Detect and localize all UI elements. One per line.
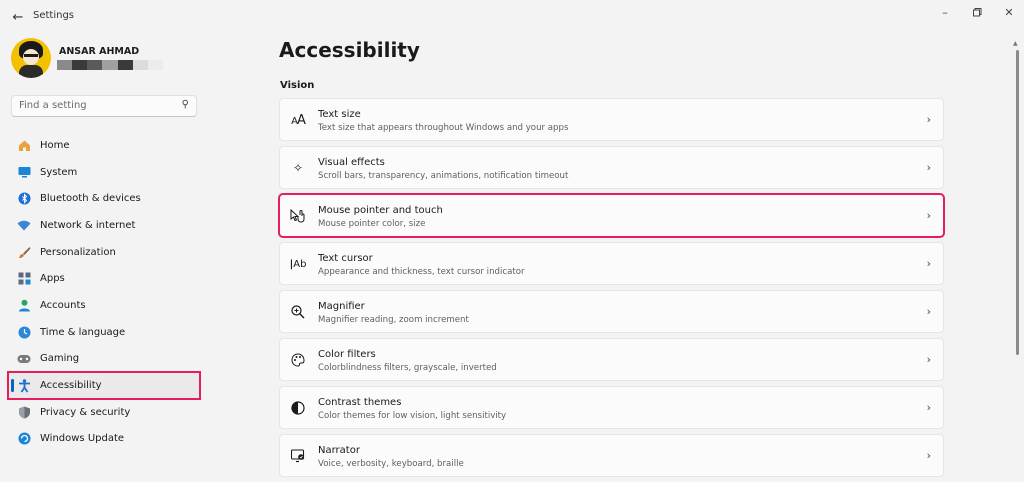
mouse-pointer-icon [290, 208, 306, 224]
sidebar-item-label: Privacy & security [40, 406, 131, 418]
sidebar-item-label: Windows Update [40, 433, 125, 445]
setting-card-text-size[interactable]: AA Text size Text size that appears throug… [279, 98, 944, 141]
contrast-icon [290, 400, 306, 416]
globe-clock-icon [17, 325, 31, 339]
gamepad-icon [17, 352, 31, 366]
chevron-right-icon: › [926, 113, 931, 126]
update-icon [17, 432, 31, 446]
setting-card-title: Magnifier [318, 301, 365, 312]
setting-card-visual-effects[interactable]: ✧ Visual effects Scroll bars, transparency… [279, 146, 944, 189]
chevron-right-icon: › [926, 449, 931, 462]
narrator-icon [290, 448, 306, 464]
setting-card-subtitle: Voice, verbosity, keyboard, braille [318, 459, 464, 469]
text-size-icon: AA [291, 112, 306, 128]
home-icon [17, 138, 31, 152]
sidebar-item-label: Personalization [40, 246, 116, 258]
user-email-redacted [57, 60, 163, 70]
chevron-right-icon: › [926, 209, 931, 222]
sidebar-item-label: System [40, 166, 78, 178]
search-icon[interactable]: ⚲ [182, 99, 189, 110]
close-icon: ✕ [1004, 5, 1014, 19]
wifi-icon [17, 218, 31, 232]
sidebar-item-bluetooth-and-devices[interactable]: Bluetooth & devices [8, 185, 200, 212]
setting-card-contrast-themes[interactable]: Contrast themes Color themes for low visi… [279, 386, 944, 429]
chevron-right-icon: › [926, 401, 931, 414]
user-name: ANSAR AHMAD [59, 46, 140, 57]
minimize-icon: – [942, 5, 948, 19]
search-box[interactable]: Find a setting ⚲ [11, 95, 197, 117]
system-icon [17, 165, 31, 179]
user-profile[interactable]: ANSAR AHMAD [11, 38, 191, 80]
avatar [11, 38, 51, 78]
sidebar-item-accessibility[interactable]: Accessibility [7, 371, 201, 400]
sidebar-item-personalization[interactable]: Personalization [8, 239, 200, 266]
sidebar-item-label: Accessibility [40, 380, 102, 392]
setting-card-title: Color filters [318, 349, 376, 360]
sidebar-item-label: Accounts [40, 299, 86, 311]
sidebar-item-home[interactable]: Home [8, 132, 200, 159]
search-input[interactable]: Find a setting [19, 100, 87, 111]
setting-card-subtitle: Text size that appears throughout Window… [318, 123, 569, 133]
visual-effects-icon: ✧ [292, 161, 304, 175]
sidebar-item-windows-update[interactable]: Windows Update [8, 426, 200, 453]
setting-card-subtitle: Mouse pointer color, size [318, 219, 426, 229]
setting-card-color-filters[interactable]: Color filters Colorblindness filters, gra… [279, 338, 944, 381]
chevron-right-icon: › [926, 257, 931, 270]
settings-list: AA Text size Text size that appears throug… [278, 98, 945, 482]
sidebar-item-label: Home [40, 139, 70, 151]
text-cursor-icon: |Ab [289, 258, 307, 270]
setting-card-subtitle: Color themes for low vision, light sensi… [318, 411, 507, 421]
sidebar-item-label: Network & internet [40, 219, 136, 231]
color-filters-icon [290, 352, 306, 368]
setting-card-title: Contrast themes [318, 397, 402, 408]
setting-card-title: Visual effects [318, 157, 385, 168]
sidebar-item-privacy-and-security[interactable]: Privacy & security [8, 399, 200, 426]
app-title: Settings [33, 10, 75, 21]
magnifier-icon [290, 304, 306, 320]
sidebar-item-label: Apps [40, 273, 65, 285]
setting-card-title: Text cursor [318, 253, 373, 264]
chevron-right-icon: › [926, 305, 931, 318]
maximize-icon [972, 7, 981, 16]
accounts-icon [17, 298, 31, 312]
setting-card-mouse-pointer-and-touch[interactable]: Mouse pointer and touch Mouse pointer col… [278, 193, 945, 238]
sidebar-item-label: Gaming [40, 353, 80, 365]
setting-card-narrator[interactable]: Narrator Voice, verbosity, keyboard, brai… [279, 434, 944, 477]
maximize-button[interactable] [962, 3, 992, 21]
sidebar-item-label: Bluetooth & devices [40, 193, 141, 205]
chevron-right-icon: › [926, 353, 931, 366]
shield-icon [17, 405, 31, 419]
setting-card-title: Narrator [318, 445, 360, 456]
back-arrow-icon: ← [12, 9, 24, 25]
minimize-button[interactable]: – [930, 3, 960, 21]
sidebar-item-network-and-internet[interactable]: Network & internet [8, 212, 200, 239]
scroll-up-arrow-icon[interactable]: ▲ [1013, 40, 1018, 47]
back-button[interactable]: ← [8, 8, 28, 26]
sidebar-item-system[interactable]: System [8, 159, 200, 186]
sidebar-item-label: Time & language [40, 326, 126, 338]
page-title: Accessibility [279, 38, 420, 62]
setting-card-magnifier[interactable]: Magnifier Magnifier reading, zoom increme… [279, 290, 944, 333]
setting-card-title: Text size [318, 109, 361, 120]
sidebar-item-apps[interactable]: Apps [8, 265, 200, 292]
setting-card-subtitle: Colorblindness filters, grayscale, inver… [318, 363, 497, 373]
setting-card-text-cursor[interactable]: |Ab Text cursor Appearance and thickness, … [279, 242, 944, 285]
close-button[interactable]: ✕ [994, 3, 1024, 21]
scrollbar-thumb[interactable] [1016, 50, 1019, 355]
sidebar-item-gaming[interactable]: Gaming [8, 346, 200, 373]
chevron-right-icon: › [926, 161, 931, 174]
section-title: Vision [280, 80, 315, 91]
setting-card-title: Mouse pointer and touch [318, 205, 443, 216]
setting-card-subtitle: Magnifier reading, zoom increment [318, 315, 469, 325]
sidebar-nav: Home System Bluetooth & devices Network & i… [7, 132, 201, 453]
setting-card-subtitle: Scroll bars, transparency, animations, n… [318, 171, 569, 181]
apps-icon [17, 272, 31, 286]
setting-card-subtitle: Appearance and thickness, text cursor in… [318, 267, 525, 277]
brush-icon [17, 245, 31, 259]
sidebar-item-accounts[interactable]: Accounts [8, 292, 200, 319]
accessibility-icon [17, 378, 31, 393]
sidebar-item-time-and-language[interactable]: Time & language [8, 319, 200, 346]
bluetooth-icon [17, 192, 31, 206]
title-bar: ← Settings – ✕ [0, 0, 1024, 34]
